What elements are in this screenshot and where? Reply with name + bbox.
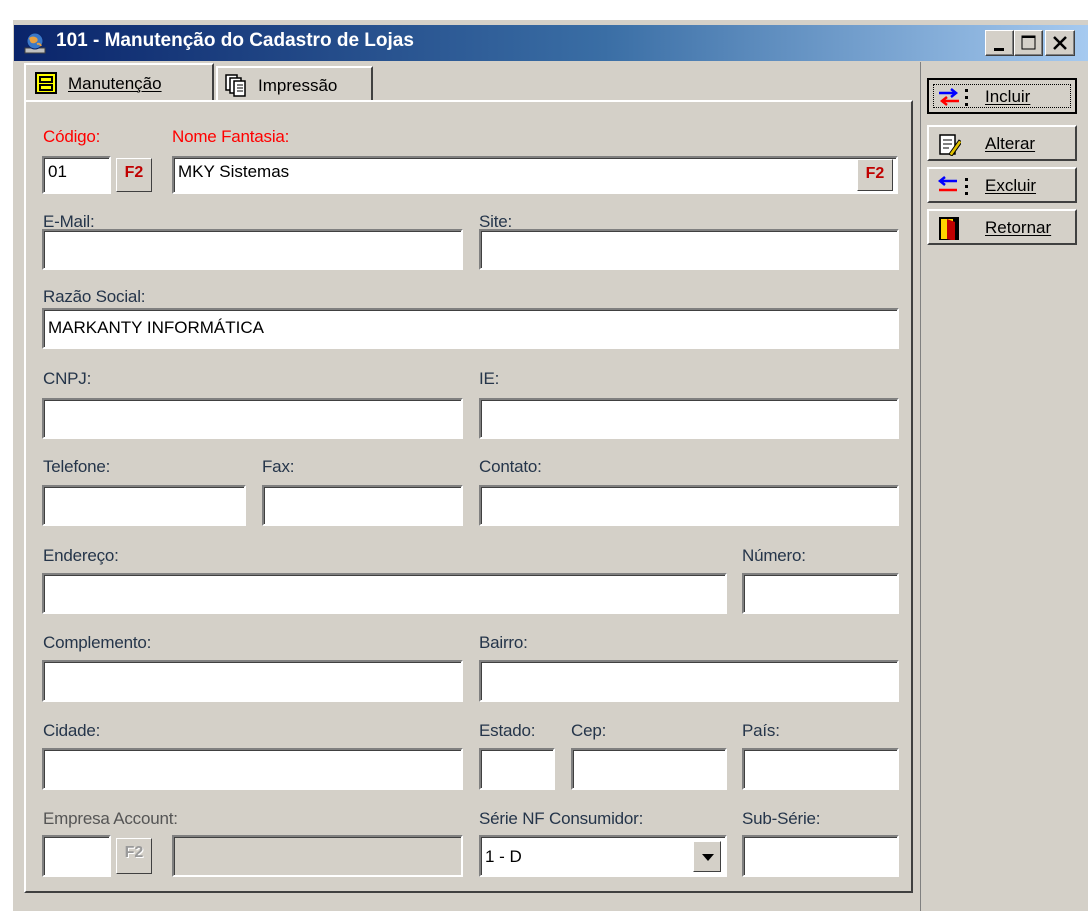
empresa-account-lookup-button[interactable]: F2 [116, 838, 152, 874]
telefone-label: Telefone: [43, 457, 111, 476]
cidade-label: Cidade: [43, 721, 101, 740]
retornar-label: Retornar [985, 218, 1052, 237]
add-record-icon [939, 88, 959, 106]
cidade-field[interactable] [42, 748, 463, 790]
bairro-field[interactable] [479, 660, 899, 702]
estado-label: Estado: [479, 721, 536, 740]
serie-nf-label: Série NF Consumidor: [479, 809, 644, 828]
incluir-label: Incluir [985, 87, 1031, 106]
maximize-button[interactable] [1014, 30, 1043, 56]
numero-label: Número: [742, 546, 806, 565]
ie-label: IE: [479, 369, 500, 388]
endereco-field[interactable] [42, 573, 727, 614]
edit-record-icon [939, 134, 961, 156]
tab-impressao-label: Impressão [258, 76, 338, 95]
chevron-down-icon [702, 854, 714, 861]
record-dots-icon [965, 178, 968, 195]
alterar-button[interactable]: Alterar [927, 125, 1077, 161]
exit-door-icon [939, 217, 959, 240]
delete-record-icon [937, 176, 957, 192]
site-field[interactable] [479, 229, 899, 270]
pais-label: País: [742, 721, 780, 740]
record-dots-icon [965, 89, 968, 106]
alterar-label: Alterar [985, 134, 1036, 153]
codigo-label: Código: [43, 127, 101, 146]
contato-label: Contato: [479, 457, 542, 476]
excluir-button[interactable]: Excluir [927, 167, 1077, 203]
minimize-icon [994, 48, 1004, 51]
print-documents-icon [225, 74, 246, 97]
incluir-button[interactable]: Incluir [927, 78, 1077, 114]
cabinet-icon [35, 72, 57, 94]
estado-field[interactable] [479, 748, 555, 790]
complemento-field[interactable] [42, 660, 463, 702]
close-button[interactable] [1045, 30, 1075, 56]
razao-social-field[interactable]: MARKANTY INFORMÁTICA [42, 308, 899, 349]
contato-field[interactable] [479, 485, 899, 526]
bairro-label: Bairro: [479, 633, 528, 652]
minimize-button[interactable] [985, 30, 1014, 56]
email-field[interactable] [42, 229, 463, 270]
window-title: 101 - Manutenção do Cadastro de Lojas [56, 30, 414, 51]
nome-fantasia-lookup-button[interactable]: F2 [857, 159, 893, 191]
serie-nf-select[interactable]: 1 - D [479, 835, 727, 877]
retornar-button[interactable]: Retornar [927, 209, 1077, 245]
sub-serie-label: Sub-Série: [742, 809, 821, 828]
close-icon [1053, 36, 1067, 50]
excluir-label: Excluir [985, 176, 1037, 195]
empresa-account-label: Empresa Account: [43, 809, 178, 828]
numero-field[interactable] [742, 573, 899, 614]
tab-manutencao-label: Manutenção [68, 74, 162, 93]
nome-fantasia-label: Nome Fantasia: [172, 127, 290, 146]
complemento-label: Complemento: [43, 633, 152, 652]
telefone-field[interactable] [42, 485, 246, 526]
tab-impressao[interactable]: Impressão [216, 66, 373, 102]
razao-social-label: Razão Social: [43, 287, 146, 306]
fax-field[interactable] [262, 485, 463, 526]
codigo-field[interactable]: 01 [42, 156, 111, 194]
codigo-lookup-button[interactable]: F2 [116, 158, 152, 192]
cnpj-field[interactable] [42, 398, 463, 439]
cnpj-label: CNPJ: [43, 369, 92, 388]
nome-fantasia-field[interactable]: MKY Sistemas [172, 156, 898, 194]
serie-nf-selected-value: 1 - D [485, 847, 522, 866]
fax-label: Fax: [262, 457, 295, 476]
endereco-label: Endereço: [43, 546, 119, 565]
sub-serie-field[interactable] [742, 835, 899, 877]
divider [920, 62, 921, 911]
tab-manutencao[interactable]: Manutenção [24, 63, 214, 104]
empresa-account-name-field [172, 835, 463, 877]
serie-nf-dropdown-button[interactable] [693, 841, 721, 872]
app-globe-icon[interactable] [22, 31, 48, 55]
maximize-icon [1021, 35, 1036, 50]
cep-label: Cep: [571, 721, 607, 740]
cep-field[interactable] [571, 748, 727, 790]
pais-field[interactable] [742, 748, 899, 790]
ie-field[interactable] [479, 398, 899, 439]
empresa-account-code-field[interactable] [42, 835, 111, 877]
